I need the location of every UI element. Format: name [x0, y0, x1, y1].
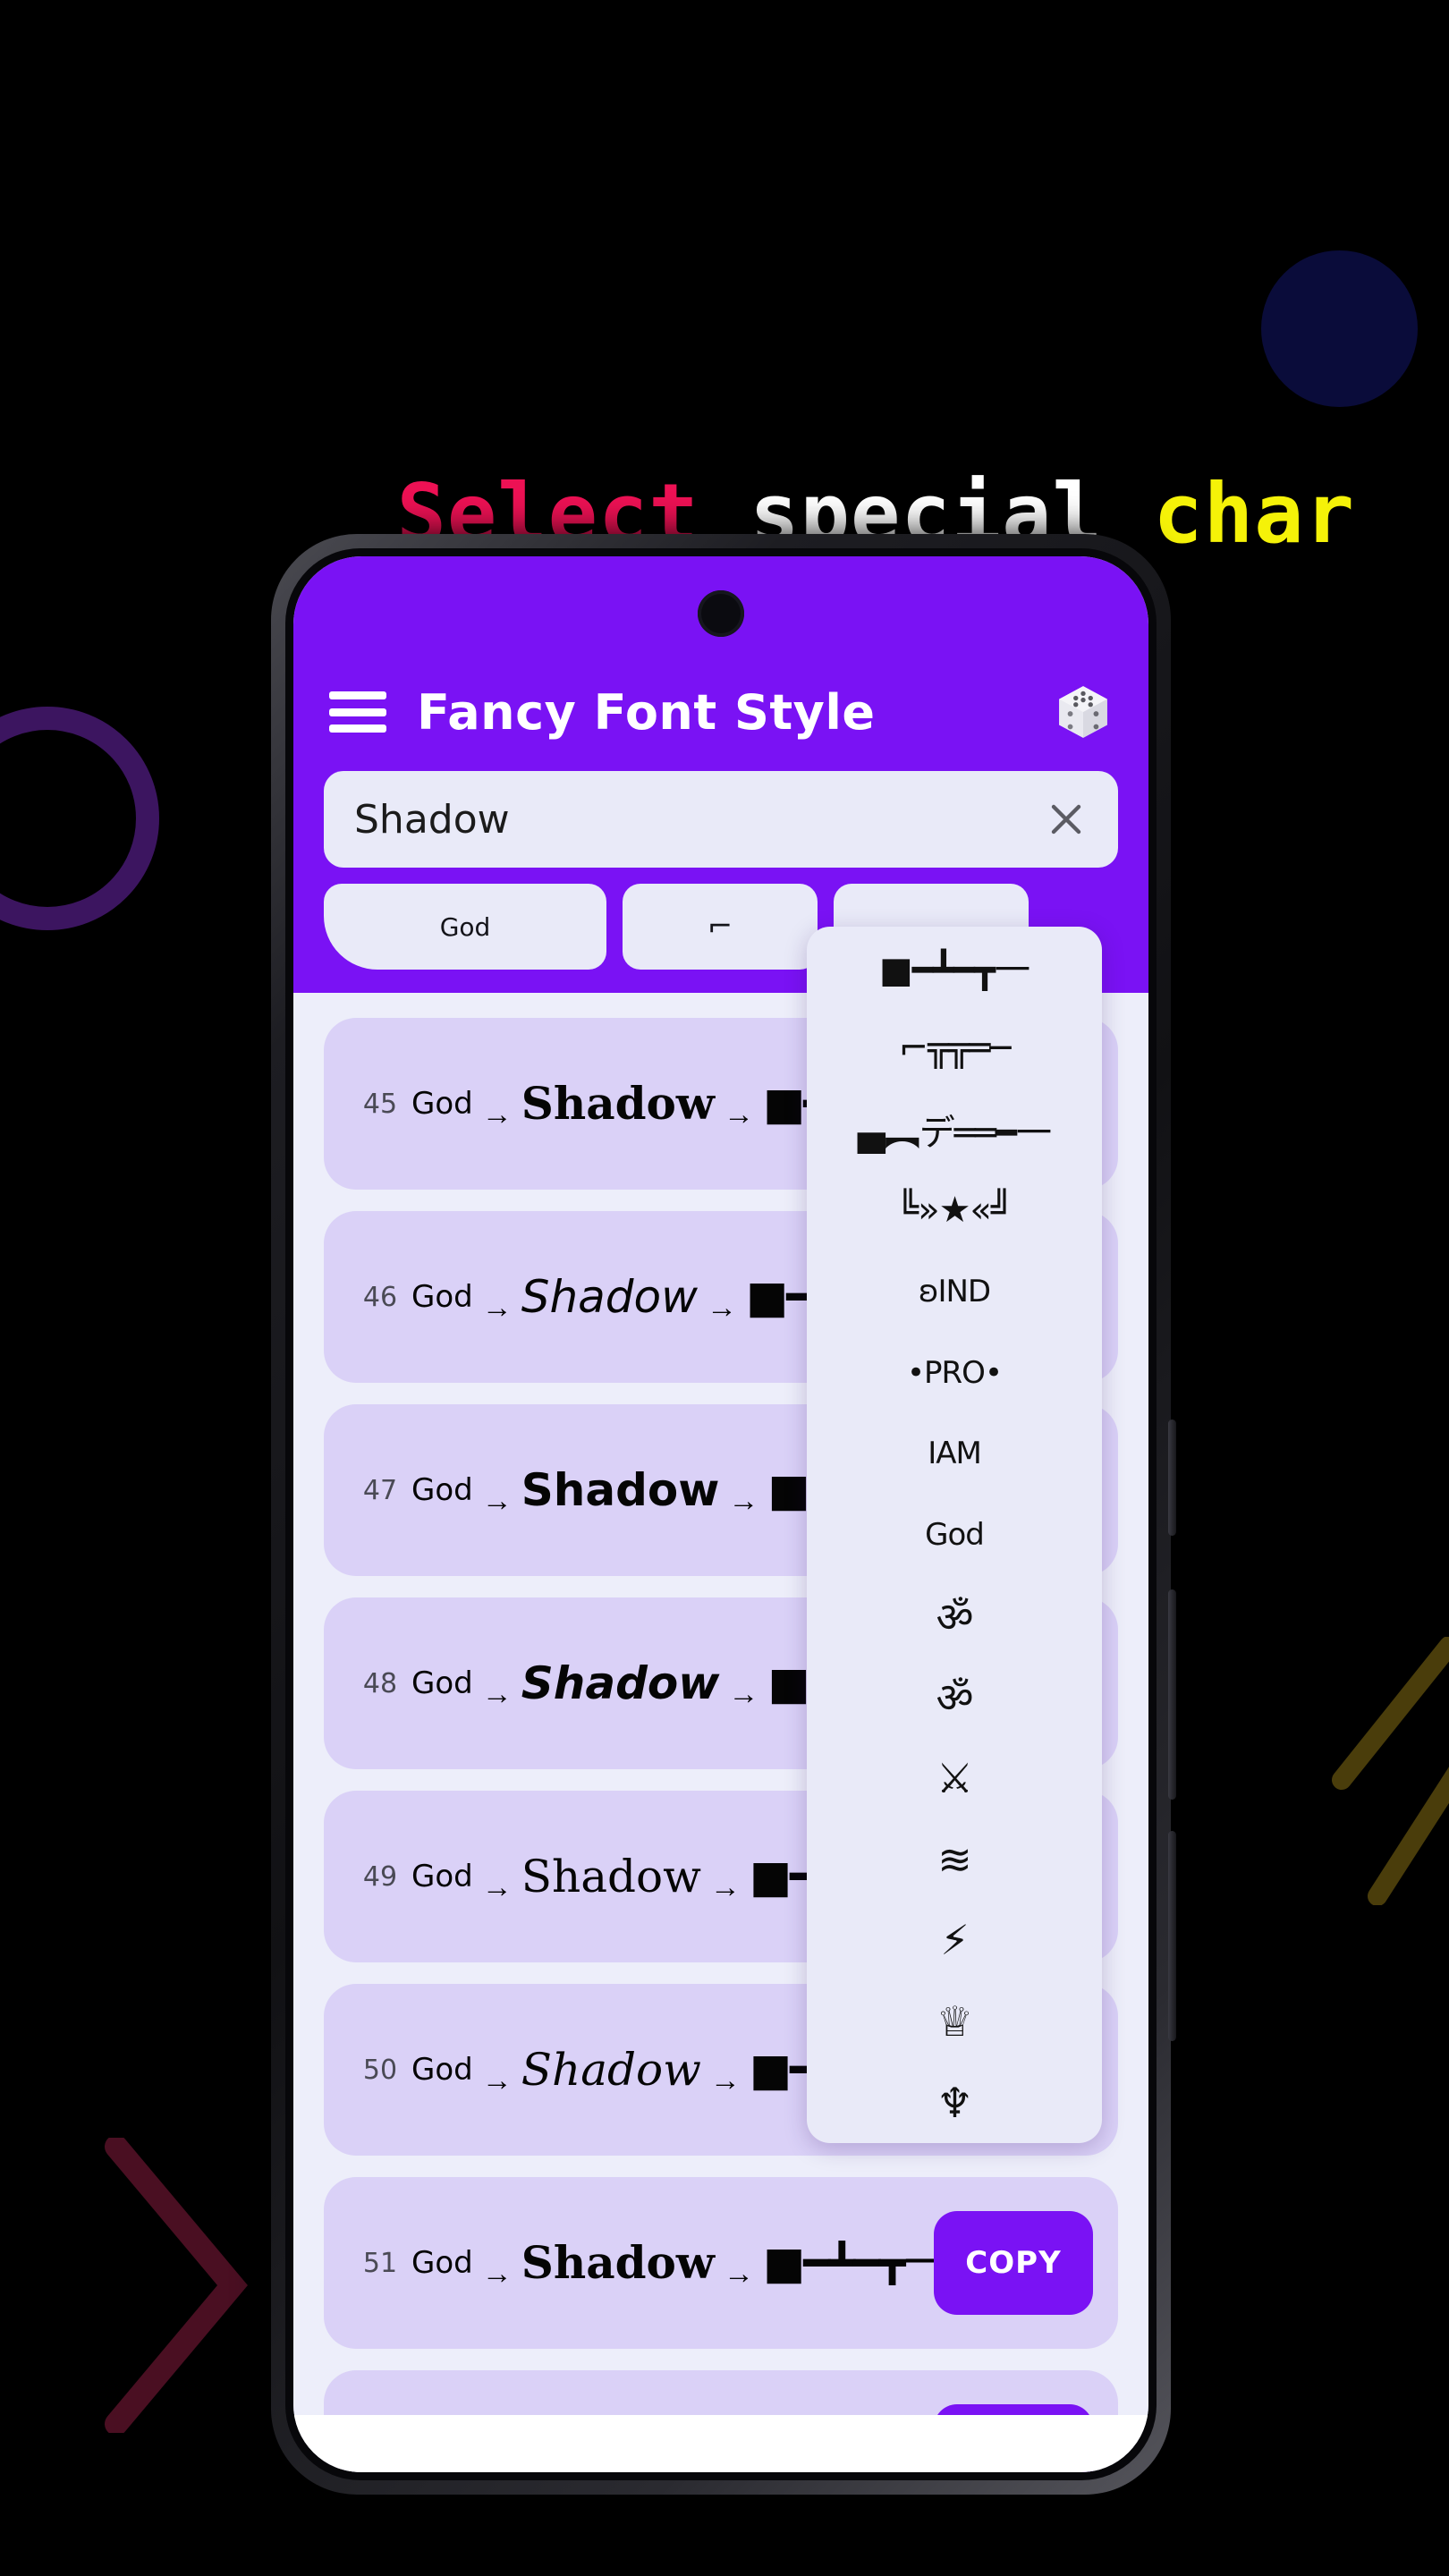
phone-side-button-mid: [1168, 1589, 1176, 1800]
dropdown-item[interactable]: ▄︻デ══━一: [807, 1089, 1102, 1170]
row-styled-word: Shadow: [521, 1854, 701, 1899]
dice-icon[interactable]: [1054, 682, 1113, 741]
row-styled-word: Shadow: [521, 1468, 720, 1513]
phone-screen: Fancy Font Style Shadow God ⌐ 45 God → S…: [293, 556, 1148, 2472]
dropdown-item[interactable]: ≋: [807, 1818, 1102, 1900]
close-x-icon[interactable]: [1045, 798, 1088, 841]
row-arrow-1: →: [481, 1291, 513, 1319]
row-arrow-2: →: [707, 1291, 738, 1319]
special-char-dropdown[interactable]: ■━┻━┳一 ⌐╦╦═─ ▄︻デ══━一 ╚»★«╝ ʚIND •PRO• IA…: [807, 927, 1102, 2143]
row-prefix: God: [411, 2052, 473, 2088]
row-arrow-2: →: [709, 1870, 741, 1899]
row-arrow-2: →: [709, 2063, 741, 2092]
dropdown-item[interactable]: ॐ: [807, 1575, 1102, 1657]
row-arrow-2: →: [723, 1097, 754, 1126]
row-styled-word: Shadow: [521, 2241, 715, 2285]
row-index: 50: [362, 2054, 398, 2086]
phone-side-button-top: [1168, 1419, 1176, 1536]
row-prefix: God: [411, 1086, 473, 1122]
row-arrow-1: →: [481, 2063, 513, 2092]
row-prefix: God: [411, 1665, 473, 1701]
row-index: 47: [362, 1474, 398, 1506]
row-prefix: God: [411, 1472, 473, 1508]
dropdown-item[interactable]: ⌐╦╦═─: [807, 1008, 1102, 1089]
row-styled-word: Shadow: [521, 1081, 715, 1126]
row-prefix: God: [411, 1859, 473, 1894]
dropdown-item[interactable]: •PRO•: [807, 1332, 1102, 1413]
table-row[interactable]: 51 God → Shadow → ■━┻━┳一 COPY: [324, 2177, 1118, 2349]
row-index: 46: [362, 1281, 398, 1313]
front-camera: [698, 590, 744, 637]
search-value[interactable]: Shadow: [354, 797, 1045, 843]
dropdown-item[interactable]: ⚡: [807, 1900, 1102, 1981]
search-section: Shadow: [293, 771, 1148, 884]
app-bar: Fancy Font Style: [293, 556, 1148, 771]
chip-god[interactable]: God: [324, 884, 606, 970]
row-index: 51: [362, 2247, 398, 2279]
row-arrow-1: →: [481, 2257, 513, 2285]
dropdown-item[interactable]: ⚔: [807, 1738, 1102, 1819]
dropdown-item[interactable]: ♕: [807, 1981, 1102, 2063]
dropdown-item[interactable]: ʚIND: [807, 1251, 1102, 1333]
dropdown-item[interactable]: God: [807, 1495, 1102, 1576]
dropdown-item[interactable]: ♆: [807, 2062, 1102, 2143]
copy-button[interactable]: COPY: [934, 2211, 1093, 2315]
row-styled-word: Shadow: [521, 2047, 701, 2092]
phone-bezel: Fancy Font Style Shadow God ⌐ 45 God → S…: [285, 548, 1157, 2480]
row-symbol: ■━┻━┳一: [762, 2241, 934, 2285]
dropdown-item[interactable]: IAM: [807, 1413, 1102, 1495]
headline-word-char: char: [1153, 466, 1355, 563]
row-arrow-2: →: [723, 2257, 754, 2285]
row-styled-word: Shadow: [521, 1661, 720, 1706]
row-arrow-2: →: [728, 1677, 759, 1706]
row-index: 49: [362, 1860, 398, 1893]
decorative-chevron: [105, 2138, 248, 2433]
dropdown-item[interactable]: ॐ: [807, 1657, 1102, 1738]
dropdown-item[interactable]: ■━┻━┳一: [807, 927, 1102, 1008]
screenshot-root: Select special char from List Fancy Font…: [0, 0, 1449, 2576]
dropdown-item[interactable]: ╚»★«╝: [807, 1170, 1102, 1251]
hamburger-menu-icon[interactable]: [329, 691, 386, 733]
phone-mockup: Fancy Font Style Shadow God ⌐ 45 God → S…: [271, 534, 1176, 2495]
decorative-slash: [1332, 1637, 1449, 1905]
row-arrow-1: →: [481, 1484, 513, 1513]
row-styled-word: Shadow: [521, 1275, 699, 1319]
row-arrow-1: →: [481, 1870, 513, 1899]
row-arrow-1: →: [481, 1677, 513, 1706]
row-index: 48: [362, 1667, 398, 1699]
page-title: Fancy Font Style: [417, 683, 876, 741]
search-input[interactable]: Shadow: [324, 771, 1118, 868]
row-index: 45: [362, 1088, 398, 1120]
row-prefix: God: [411, 2245, 473, 2281]
row-arrow-1: →: [481, 1097, 513, 1126]
home-indicator-area: [293, 2415, 1148, 2472]
row-prefix: God: [411, 1279, 473, 1315]
row-preview: God → Shadow → ■━┻━┳一: [411, 2241, 934, 2285]
phone-side-button-bottom: [1168, 1831, 1176, 2041]
row-arrow-2: →: [728, 1484, 759, 1513]
chip-symbol-1[interactable]: ⌐: [623, 884, 818, 970]
